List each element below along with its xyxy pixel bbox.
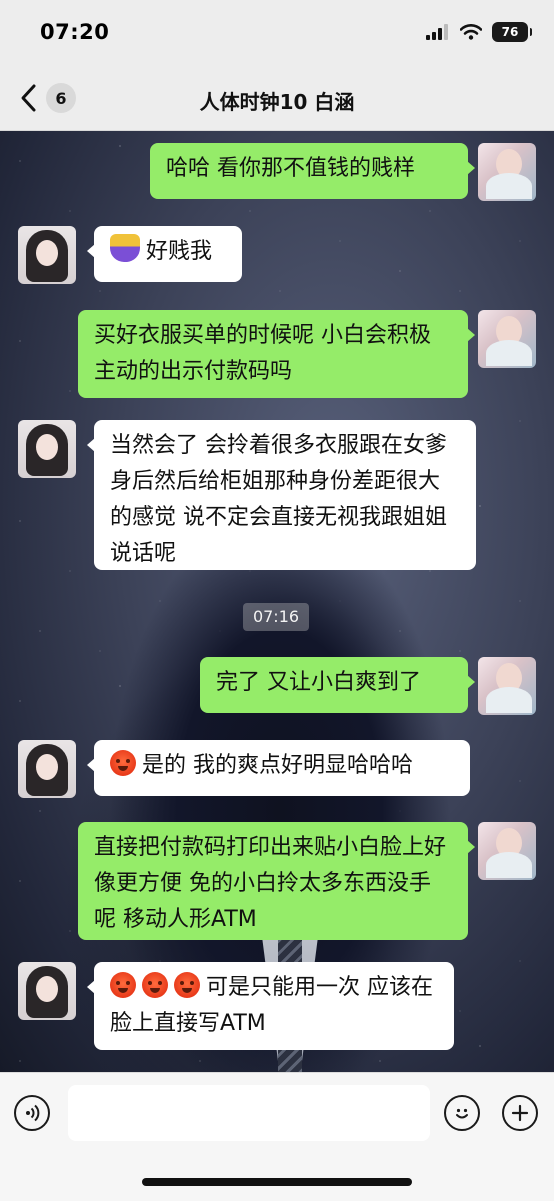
my-avatar[interactable]	[478, 310, 536, 368]
contact-avatar[interactable]	[18, 740, 76, 798]
message-bubble-received[interactable]: 是的 我的爽点好明显哈哈哈	[87, 740, 470, 796]
voice-button[interactable]	[14, 1095, 50, 1131]
message-text: 买好衣服买单的时候呢 小白会积极主动的出示付款码吗	[94, 323, 431, 384]
message-bubble-received[interactable]: 好贱我	[87, 226, 242, 282]
my-avatar[interactable]	[478, 143, 536, 201]
message-text: 哈哈 看你那不值钱的贱样	[166, 156, 415, 181]
chat-title: 人体时钟10 白涵	[199, 90, 355, 114]
message-text: 当然会了 会拎着很多衣服跟在女爹身后然后给柜姐那种身份差距很大的感觉 说不定会直…	[110, 433, 447, 566]
message-bubble-received[interactable]: 当然会了 会拎着很多衣服跟在女爹身后然后给柜姐那种身份差距很大的感觉 说不定会直…	[87, 420, 476, 570]
wifi-icon	[460, 24, 482, 40]
hot-face-emoji-icon	[142, 972, 168, 998]
contact-avatar[interactable]	[18, 420, 76, 478]
emoji-icon	[456, 1108, 468, 1119]
my-avatar[interactable]	[478, 657, 536, 715]
message-bubble-sent[interactable]: 直接把付款码打印出来贴小白脸上好像更方便 免的小白拎太多东西没手呢 移动人形AT…	[78, 822, 475, 940]
emoji-button[interactable]	[444, 1095, 480, 1131]
message-text: 是的 我的爽点好明显哈哈哈	[142, 753, 413, 778]
battery-indicator: 76	[492, 22, 532, 42]
hot-face-emoji-icon	[110, 972, 136, 998]
more-options-icon[interactable]	[502, 94, 532, 102]
contact-avatar[interactable]	[18, 962, 76, 1020]
voice-icon	[26, 1104, 40, 1122]
hot-face-emoji-icon	[174, 972, 200, 998]
status-icons: 76	[426, 22, 532, 42]
message-bubble-sent[interactable]: 买好衣服买单的时候呢 小白会积极主动的出示付款码吗	[78, 310, 475, 398]
status-bar: 07:20 76	[0, 0, 554, 68]
message-text: 好贱我	[146, 239, 213, 264]
hot-face-emoji-icon	[110, 750, 136, 776]
chat-header: 6 人体时钟10 白涵	[0, 68, 554, 131]
status-time: 07:20	[40, 20, 110, 44]
home-indicator	[142, 1178, 412, 1186]
contact-avatar[interactable]	[18, 226, 76, 284]
message-bubble-received[interactable]: 可是只能用一次 应该在脸上直接写ATM	[87, 962, 454, 1050]
signal-icon	[426, 24, 448, 40]
more-actions-button[interactable]	[502, 1095, 538, 1131]
message-text: 完了 又让小白爽到了	[216, 670, 421, 695]
my-avatar[interactable]	[478, 822, 536, 880]
message-input[interactable]	[68, 1085, 430, 1141]
message-text: 直接把付款码打印出来贴小白脸上好像更方便 免的小白拎太多东西没手呢 移动人形AT…	[94, 835, 447, 932]
message-bubble-sent[interactable]: 完了 又让小白爽到了	[200, 657, 475, 713]
plus-icon	[511, 1104, 529, 1122]
message-bubble-sent[interactable]: 哈哈 看你那不值钱的贱样	[150, 143, 475, 199]
message-timestamp: 07:16	[243, 603, 309, 631]
bowing-emoji-icon	[110, 234, 140, 262]
